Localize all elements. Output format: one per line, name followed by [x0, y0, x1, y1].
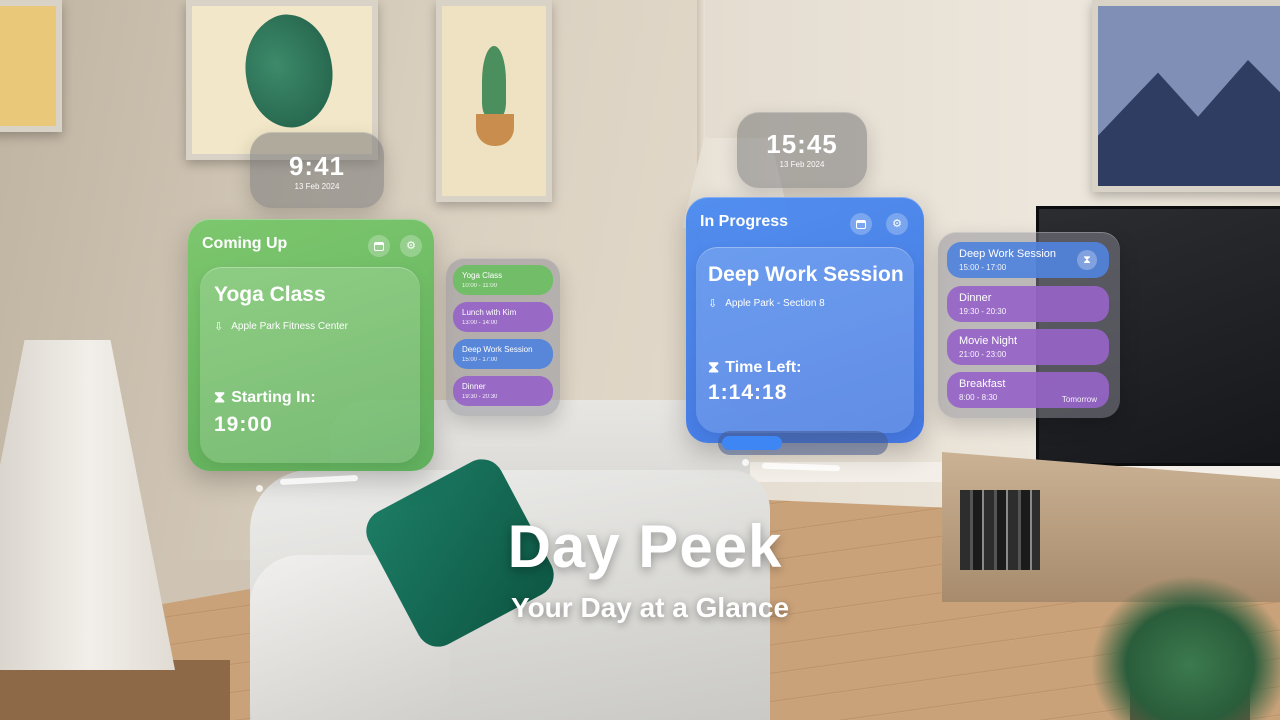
- item-name: Deep Work Session: [959, 248, 1057, 260]
- list-item[interactable]: Dinner 19:30 - 20:30: [453, 376, 553, 406]
- hourglass-icon: ⧗: [1077, 250, 1097, 270]
- event-title: Deep Work Session: [708, 263, 904, 286]
- event-location: ⇩ Apple Park Fitness Center: [214, 320, 348, 333]
- mountain-shape: [1098, 60, 1280, 186]
- event-title: Yoga Class: [214, 283, 326, 306]
- countdown-value: 19:00: [214, 413, 273, 436]
- clock-window-left[interactable]: 9:41 13 Feb 2024: [250, 132, 384, 208]
- list-item[interactable]: Deep Work Session 15:00 - 17:00 ⧗: [947, 242, 1109, 278]
- gear-icon: ⚙: [406, 239, 416, 252]
- list-item[interactable]: Lunch with Kim 13:00 - 14:00: [453, 302, 553, 332]
- calendar-button[interactable]: [368, 235, 390, 257]
- location-icon: ⇩: [708, 298, 718, 310]
- location-text: Apple Park - Section 8: [725, 298, 825, 309]
- calendar-icon: [374, 241, 384, 251]
- event-card[interactable]: Yoga Class ⇩ Apple Park Fitness Center ⧗…: [200, 267, 420, 463]
- hourglass-icon: ⧗: [708, 359, 720, 376]
- settings-button[interactable]: ⚙: [400, 235, 422, 257]
- location-text: Apple Park Fitness Center: [231, 321, 348, 332]
- list-item[interactable]: Deep Work Session 15:00 - 17:00: [453, 339, 553, 369]
- item-time: 19:30 - 20:30: [462, 394, 498, 400]
- calendar-button[interactable]: [850, 213, 872, 235]
- list-item[interactable]: Breakfast 8:00 - 8:30 Tomorrow: [947, 372, 1109, 408]
- hourglass-icon: ⧗: [214, 389, 226, 406]
- clock-time: 15:45: [766, 129, 838, 159]
- panel-header: Coming Up: [202, 235, 288, 252]
- countdown-label-text: Time Left:: [725, 359, 802, 376]
- item-name: Deep Work Session: [462, 345, 533, 354]
- plant-shape: [482, 46, 506, 116]
- list-item[interactable]: Yoga Class 10:00 - 11:00: [453, 265, 553, 295]
- leaf-shape: [224, 2, 354, 140]
- item-time: 8:00 - 8:30: [959, 393, 998, 402]
- settings-button[interactable]: ⚙: [886, 213, 908, 235]
- item-time: 15:00 - 17:00: [462, 357, 498, 363]
- panel-header: In Progress: [700, 213, 789, 230]
- wall-art-yellow: [0, 0, 62, 132]
- item-time: 15:00 - 17:00: [959, 263, 1007, 272]
- item-name: Dinner: [959, 292, 992, 304]
- gear-icon: ⚙: [892, 217, 902, 230]
- calendar-icon: [856, 219, 866, 229]
- wall-art-plant: [436, 0, 552, 202]
- item-name: Breakfast: [959, 378, 1006, 390]
- item-time: 19:30 - 20:30: [959, 307, 1007, 316]
- schedule-list-left: Yoga Class 10:00 - 11:00 Lunch with Kim …: [446, 258, 560, 416]
- session-progress-bar: [718, 431, 888, 455]
- clock-window-right[interactable]: 15:45 13 Feb 2024: [737, 112, 867, 188]
- countdown-value: 1:14:18: [708, 381, 788, 404]
- clock-time: 9:41: [288, 151, 346, 181]
- item-name: Movie Night: [959, 335, 1018, 347]
- schedule-list-right: Deep Work Session 15:00 - 17:00 ⧗ Dinner…: [938, 232, 1120, 418]
- wall-art-mountains: [1092, 0, 1280, 192]
- item-time: 21:00 - 23:00: [959, 350, 1007, 359]
- in-progress-window[interactable]: In Progress ⚙ Deep Work Session ⇩ Apple …: [686, 197, 924, 443]
- event-card[interactable]: Deep Work Session ⇩ Apple Park - Section…: [696, 247, 914, 433]
- countdown-label: ⧗ Starting In:: [214, 389, 316, 407]
- coming-up-window[interactable]: Coming Up ⚙ Yoga Class ⇩ Apple Park Fitn…: [188, 219, 434, 471]
- app-tagline: Your Day at a Glance: [510, 592, 790, 623]
- event-location: ⇩ Apple Park - Section 8: [708, 297, 825, 310]
- pot-shape: [476, 114, 514, 146]
- location-icon: ⇩: [214, 321, 224, 333]
- app-title: Day Peek: [507, 513, 783, 580]
- list-item[interactable]: Movie Night 21:00 - 23:00: [947, 329, 1109, 365]
- item-tag: Tomorrow: [1061, 395, 1097, 404]
- item-time: 13:00 - 14:00: [462, 320, 498, 326]
- item-name: Yoga Class: [462, 271, 503, 280]
- item-name: Lunch with Kim: [462, 308, 517, 317]
- item-time: 10:00 - 11:00: [462, 283, 497, 289]
- window-close-dot[interactable]: [256, 485, 263, 492]
- list-item[interactable]: Dinner 19:30 - 20:30: [947, 286, 1109, 322]
- progress-fill: [722, 436, 782, 450]
- countdown-label-text: Starting In:: [231, 389, 316, 406]
- countdown-label: ⧗ Time Left:: [708, 359, 801, 377]
- item-name: Dinner: [462, 382, 486, 391]
- window-close-dot[interactable]: [742, 459, 749, 466]
- clock-date: 13 Feb 2024: [779, 160, 825, 169]
- clock-date: 13 Feb 2024: [294, 182, 340, 191]
